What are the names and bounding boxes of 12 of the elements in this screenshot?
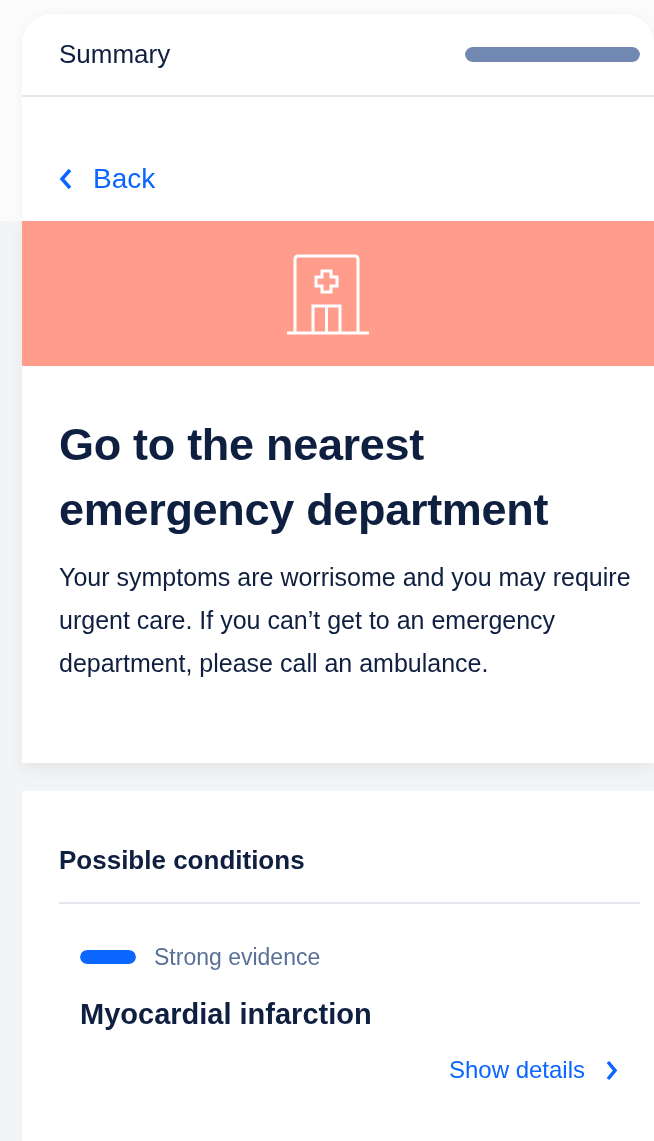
show-details-link[interactable]: Show details bbox=[448, 1052, 618, 1088]
chevron-left-icon bbox=[59, 168, 73, 190]
recommendation-heading: Go to the nearest emergency department bbox=[59, 418, 550, 537]
chevron-right-icon bbox=[605, 1059, 618, 1081]
page-title: Summary bbox=[59, 38, 171, 71]
recommendation-text: Your symptoms are worrisome and you may require urgent care. If you can’t get to an emergency department, please call an ambulance. bbox=[59, 562, 632, 679]
back-link[interactable]: Back bbox=[59, 158, 156, 200]
evidence-label: Strong evidence bbox=[154, 943, 321, 972]
hospital-icon bbox=[287, 252, 369, 335]
condition-name: Myocardial infarction bbox=[80, 996, 373, 1032]
evidence-meter bbox=[80, 950, 136, 965]
section-heading: Possible conditions bbox=[59, 841, 640, 904]
